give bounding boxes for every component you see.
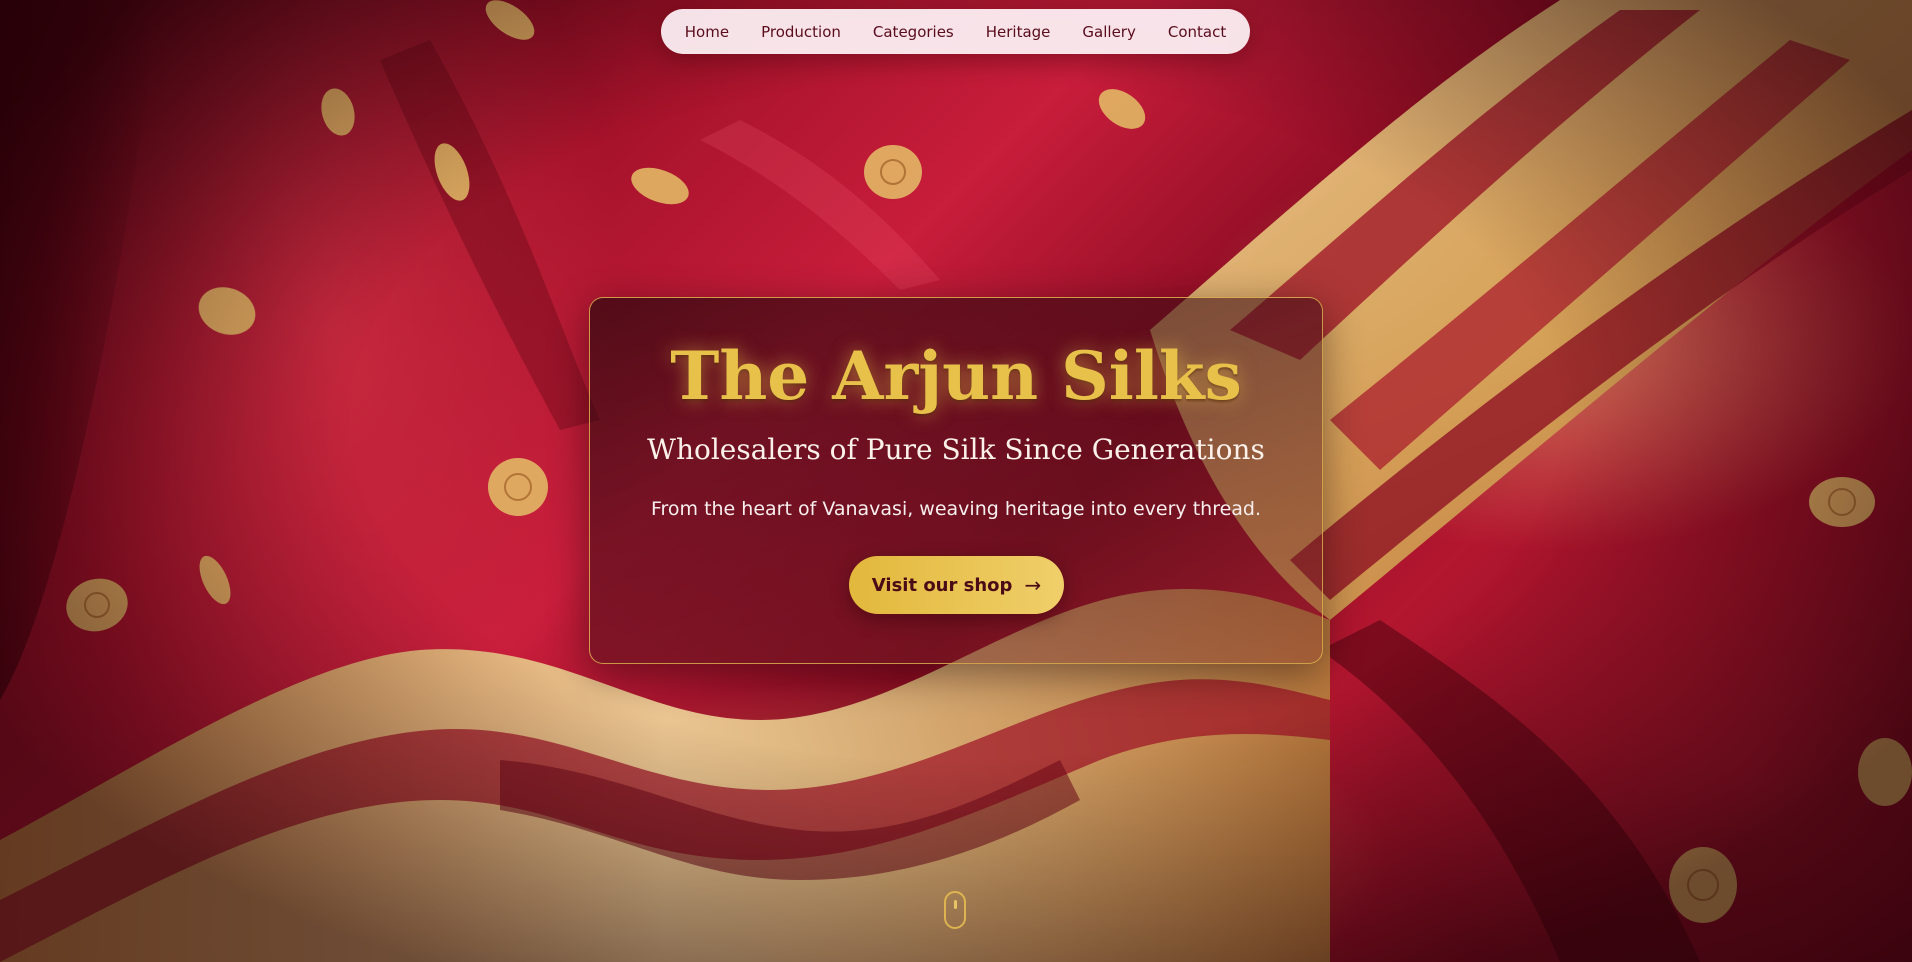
- nav-item-heritage[interactable]: Heritage: [970, 23, 1067, 41]
- hero-section: Home Production Categories Heritage Gall…: [0, 0, 1912, 962]
- hero-tagline: From the heart of Vanavasi, weaving heri…: [650, 498, 1262, 520]
- mouse-scroll-icon[interactable]: [944, 891, 966, 929]
- nav-item-home[interactable]: Home: [669, 23, 745, 41]
- nav-item-categories[interactable]: Categories: [857, 23, 970, 41]
- nav-item-gallery[interactable]: Gallery: [1066, 23, 1151, 41]
- scroll-wheel-dot: [954, 900, 957, 909]
- nav-item-contact[interactable]: Contact: [1152, 23, 1242, 41]
- top-navigation: Home Production Categories Heritage Gall…: [661, 9, 1250, 54]
- visit-shop-button[interactable]: Visit our shop →: [849, 556, 1064, 614]
- nav-item-production[interactable]: Production: [745, 23, 857, 41]
- hero-subtitle: Wholesalers of Pure Silk Since Generatio…: [647, 433, 1265, 466]
- visit-shop-label: Visit our shop: [871, 574, 1013, 596]
- hero-title: The Arjun Silks: [670, 337, 1242, 415]
- hero-card: The Arjun Silks Wholesalers of Pure Silk…: [589, 297, 1323, 664]
- arrow-right-icon: →: [1024, 573, 1042, 597]
